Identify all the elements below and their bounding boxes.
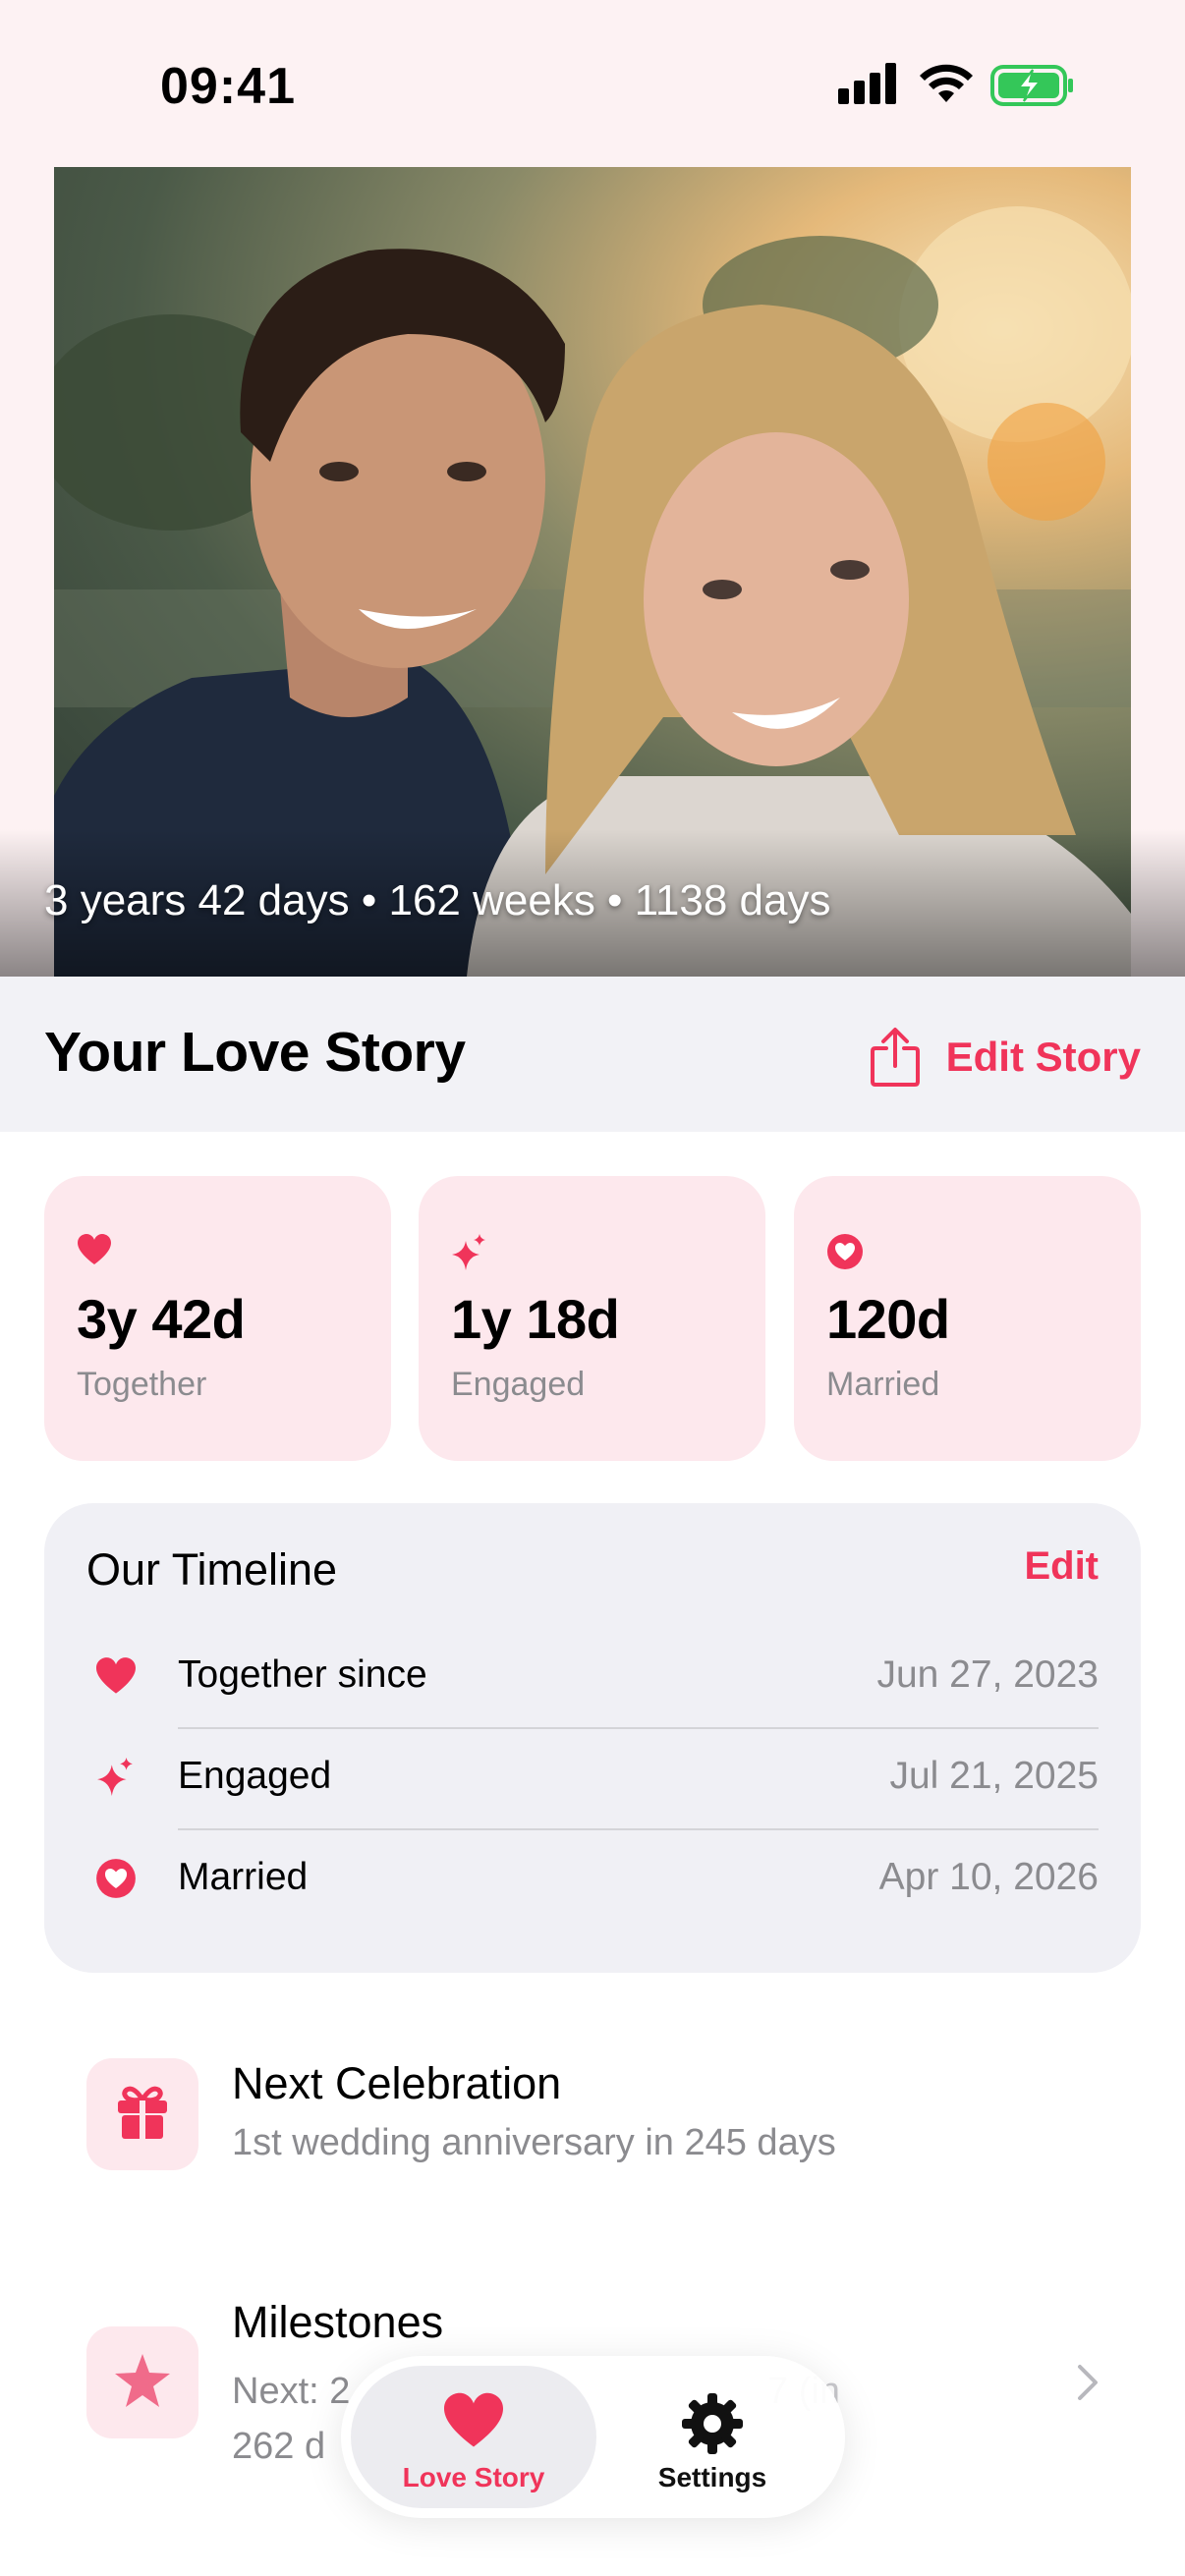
timeline-row-married[interactable]: Married Apr 10, 2026 [44, 1828, 1141, 1929]
gift-icon [116, 2084, 169, 2146]
status-bar: 09:41 [0, 0, 1185, 167]
stat-value: 120d [826, 1288, 950, 1350]
timeline-label: Married [178, 1856, 309, 1898]
chevron-right-icon [1077, 2364, 1099, 2406]
wifi-icon [919, 63, 974, 109]
milestones-subtitle-start: Next: 2 [232, 2371, 351, 2412]
stat-card-together[interactable]: 3y 42d Together [44, 1176, 391, 1461]
stat-label: Together [77, 1366, 207, 1403]
edit-story-button[interactable]: Edit Story [870, 1028, 1141, 1087]
tab-label: Settings [657, 2462, 767, 2492]
stat-label: Married [826, 1366, 940, 1403]
timeline-row-together[interactable]: Together since Jun 27, 2023 [44, 1626, 1141, 1726]
tab-settings[interactable]: Settings [590, 2366, 835, 2508]
timeline-date: Jul 21, 2025 [889, 1755, 1099, 1797]
stat-card-engaged[interactable]: 1y 18d Engaged [419, 1176, 765, 1461]
page-title: Your Love Story [44, 1021, 466, 1084]
star-icon [113, 2352, 172, 2414]
celebration-title: Next Celebration [232, 2058, 562, 2108]
tab-love-story[interactable]: Love Story [351, 2366, 596, 2508]
hero: 3 years 42 days • 162 weeks • 1138 days [0, 167, 1185, 977]
star-tile [86, 2326, 198, 2438]
cellular-signal-icon [838, 61, 897, 104]
stat-value: 1y 18d [451, 1288, 620, 1350]
timeline-edit-button[interactable]: Edit [1024, 1544, 1099, 1589]
status-icons [838, 61, 1084, 110]
status-time: 09:41 [160, 58, 296, 115]
stat-card-married[interactable]: 120d Married [794, 1176, 1141, 1461]
sparkles-icon [93, 1755, 139, 1800]
stats-cards: 3y 42d Together 1y 18d Engaged 120d Marr… [44, 1176, 1141, 1461]
timeline-date: Jun 27, 2023 [876, 1653, 1099, 1696]
heart-circle-icon [93, 1856, 139, 1901]
gift-tile [86, 2058, 198, 2170]
heart-circle-icon [826, 1233, 864, 1275]
celebration-subtitle: 1st wedding anniversary in 245 days [232, 2122, 836, 2163]
timeline-panel: Our Timeline Edit Together since Jun 27,… [44, 1503, 1141, 1973]
timeline-title: Our Timeline [86, 1544, 338, 1595]
timeline-row-engaged[interactable]: Engaged Jul 21, 2025 [44, 1727, 1141, 1827]
edit-story-label: Edit Story [945, 1034, 1141, 1080]
timeline-label: Engaged [178, 1755, 332, 1797]
timeline-label: Together since [178, 1653, 427, 1696]
battery-charging-icon [990, 65, 1075, 111]
duration-caption: 3 years 42 days • 162 weeks • 1138 days [44, 876, 831, 924]
heart-icon [441, 2391, 506, 2455]
stat-label: Engaged [451, 1366, 586, 1403]
sparkles-icon [451, 1233, 488, 1277]
story-header: Your Love Story Edit Story [0, 977, 1185, 1132]
stat-value: 3y 42d [77, 1288, 246, 1350]
share-icon [870, 1027, 921, 1088]
milestones-title: Milestones [232, 2297, 444, 2347]
heart-icon [93, 1653, 139, 1699]
heart-icon [77, 1233, 112, 1271]
next-celebration[interactable]: Next Celebration 1st wedding anniversary… [0, 2034, 1185, 2191]
gear-icon [680, 2391, 745, 2461]
tab-bar: Love Story Settings [341, 2356, 845, 2518]
tab-label: Love Story [402, 2462, 545, 2492]
timeline-date: Apr 10, 2026 [878, 1856, 1099, 1898]
